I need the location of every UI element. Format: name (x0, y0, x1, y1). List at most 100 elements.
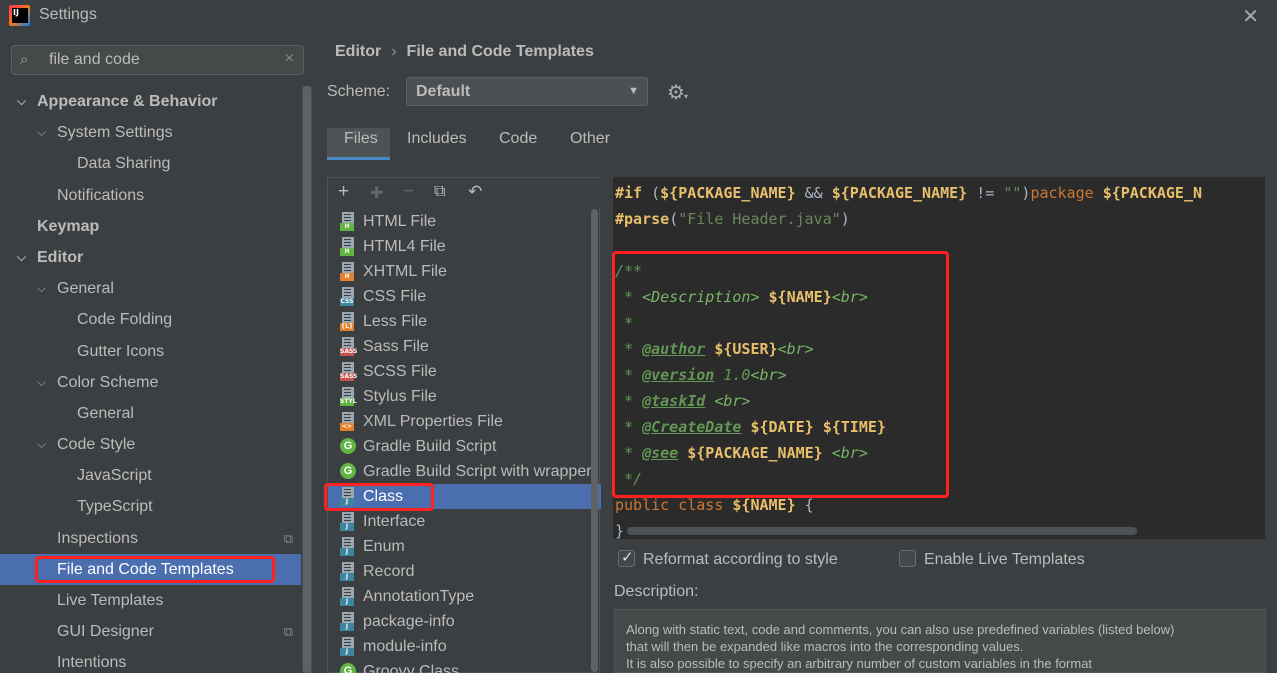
sidebar-item-inspections[interactable]: Inspections ⧉ (0, 523, 301, 554)
scheme-value: Default (416, 83, 471, 100)
sidebar-item-typescript[interactable]: TypeScript (0, 491, 301, 522)
template-item[interactable]: H HTML File (328, 209, 601, 234)
code-variable: ${NAME} (768, 288, 832, 306)
sidebar-item-code-style[interactable]: ⌵ Code Style (0, 429, 301, 460)
template-item[interactable]: SASS SCSS File (328, 359, 601, 384)
template-code-editor[interactable]: #if (${PACKAGE_NAME} && ${PACKAGE_NAME} … (613, 177, 1265, 539)
comment-text (678, 444, 687, 462)
template-item[interactable]: J Enum (328, 534, 601, 559)
template-item[interactable]: G Groovy Class (328, 659, 601, 673)
template-item[interactable]: G Gradle Build Script (328, 434, 601, 459)
tab-includes[interactable]: Includes (407, 130, 467, 148)
comment-text (760, 288, 769, 306)
window-title: Settings (39, 6, 97, 23)
sidebar-item-label: JavaScript (77, 467, 152, 485)
comment-text (705, 340, 714, 358)
comment-open: /** (615, 262, 643, 280)
comment-star: * (615, 392, 643, 410)
template-label: Groovy Class (363, 663, 460, 673)
editor-horizontal-scrollbar[interactable] (627, 527, 1137, 535)
description-label: Description: (614, 583, 699, 600)
sidebar-item-label: Code Folding (77, 311, 173, 329)
sidebar-item-label: File and Code Templates (57, 560, 234, 578)
sidebar-item-system-settings[interactable]: ⌵ System Settings (0, 117, 301, 148)
sidebar-item-code-folding[interactable]: Code Folding (0, 304, 301, 335)
template-item[interactable]: J Interface (328, 509, 601, 534)
chevron-down-icon[interactable]: ⌵ (37, 273, 46, 304)
live-templates-checkbox[interactable]: Enable Live Templates (899, 550, 1085, 569)
scheme-select[interactable]: Default ▼ (406, 77, 648, 106)
template-item[interactable]: Jmodule-info (328, 634, 601, 659)
sidebar-item-data-sharing[interactable]: Data Sharing (0, 148, 301, 179)
sidebar-item-intentions[interactable]: Intentions (0, 647, 301, 673)
settings-content: Editor › File and Code Templates Scheme: D… (313, 32, 1277, 673)
template-label: HTML File (363, 213, 437, 230)
tab-files[interactable]: Files (344, 130, 378, 148)
gradle-icon: G (340, 463, 356, 479)
add-child-template-button[interactable]: ✚ (370, 183, 383, 203)
sidebar-item-label: Keymap (37, 217, 100, 235)
code-token: ) (840, 210, 850, 228)
template-item[interactable]: CSS CSS File (328, 284, 601, 309)
sidebar-item-notifications[interactable]: Notifications (0, 180, 301, 211)
file-type-icon: J (340, 637, 356, 656)
template-item[interactable]: G Gradle Build Script with wrapper (328, 459, 601, 484)
sidebar-item-javascript[interactable]: JavaScript (0, 460, 301, 491)
sidebar-item-appearance-behavior[interactable]: ⌵ Appearance & Behavior (0, 86, 301, 117)
tab-other[interactable]: Other (570, 130, 610, 148)
gradle-icon: G (340, 663, 356, 673)
chevron-down-icon[interactable]: ⌵ (37, 429, 46, 460)
sidebar-item-gui-designer[interactable]: GUI Designer ⧉ (0, 616, 301, 647)
tab-code[interactable]: Code (499, 130, 537, 148)
sidebar-item-live-templates[interactable]: Live Templates (0, 585, 301, 616)
reset-template-button[interactable]: ↶ (468, 182, 482, 202)
template-item[interactable]: {L} Less File (328, 309, 601, 334)
file-type-icon: J (340, 537, 356, 556)
comment-html-tag: <Description> (642, 288, 760, 306)
template-item[interactable]: STYL Stylus File (328, 384, 601, 409)
file-type-icon: STYL (340, 387, 357, 406)
template-item[interactable]: <> XML Properties File (328, 409, 601, 434)
remove-template-button[interactable]: − (403, 181, 414, 203)
chevron-down-icon[interactable]: ⌵ (17, 86, 26, 117)
code-keyword: class (678, 496, 724, 514)
sidebar-item-file-and-code-templates[interactable]: File and Code Templates (0, 553, 301, 585)
sidebar-item-color-scheme[interactable]: ⌵ Color Scheme (0, 367, 301, 398)
template-item[interactable]: H HTML4 File (328, 234, 601, 259)
code-variable: ${PACKAGE_NAME} (831, 184, 968, 202)
chevron-down-icon[interactable]: ⌵ (17, 242, 26, 273)
template-item[interactable]: J Record (328, 559, 601, 584)
sidebar-item-label: Intentions (57, 654, 127, 672)
search-input[interactable]: ⌕ file and code × (11, 45, 304, 75)
file-type-icon: SASS (340, 337, 357, 356)
templates-list-scrollbar[interactable] (590, 209, 599, 672)
checkbox-unchecked-icon (899, 550, 916, 567)
template-item[interactable]: J Class (328, 484, 601, 509)
template-label: Interface (363, 513, 426, 530)
breadcrumb-parent[interactable]: Editor (335, 43, 381, 60)
file-type-icon: J (340, 587, 356, 606)
clear-search-icon[interactable]: × (285, 50, 294, 68)
gear-icon[interactable]: ⚙ (667, 80, 685, 105)
chevron-down-icon[interactable]: ⌵ (37, 117, 46, 148)
comment-text (823, 444, 832, 462)
sidebar-item-gutter-icons[interactable]: Gutter Icons (0, 336, 301, 367)
add-template-button[interactable]: + (338, 181, 349, 203)
template-item[interactable]: J AnnotationType (328, 584, 601, 609)
template-item[interactable]: Jpackage-info (328, 609, 601, 634)
sidebar-item-general[interactable]: ⌵ General (0, 273, 301, 304)
code-line: * <Description> ${NAME}<br> (615, 284, 868, 310)
close-button[interactable]: ✕ (1242, 4, 1259, 29)
sidebar-item-editor[interactable]: ⌵ Editor (0, 242, 301, 273)
reformat-checkbox[interactable]: Reformat according to style (618, 548, 838, 569)
code-variable: ${PACKAGE_NAME} (687, 444, 823, 462)
copy-template-button[interactable]: ⧉ (434, 183, 445, 201)
template-label: Class (363, 488, 404, 505)
template-item[interactable]: H XHTML File (328, 259, 601, 284)
comment-text: 1.0 (714, 366, 751, 384)
template-item[interactable]: SASS Sass File (328, 334, 601, 359)
chevron-down-icon[interactable]: ⌵ (37, 367, 46, 398)
sidebar-item-general[interactable]: General (0, 398, 301, 429)
sidebar-item-keymap[interactable]: Keymap (0, 211, 301, 242)
sidebar-scrollbar[interactable] (302, 86, 312, 673)
